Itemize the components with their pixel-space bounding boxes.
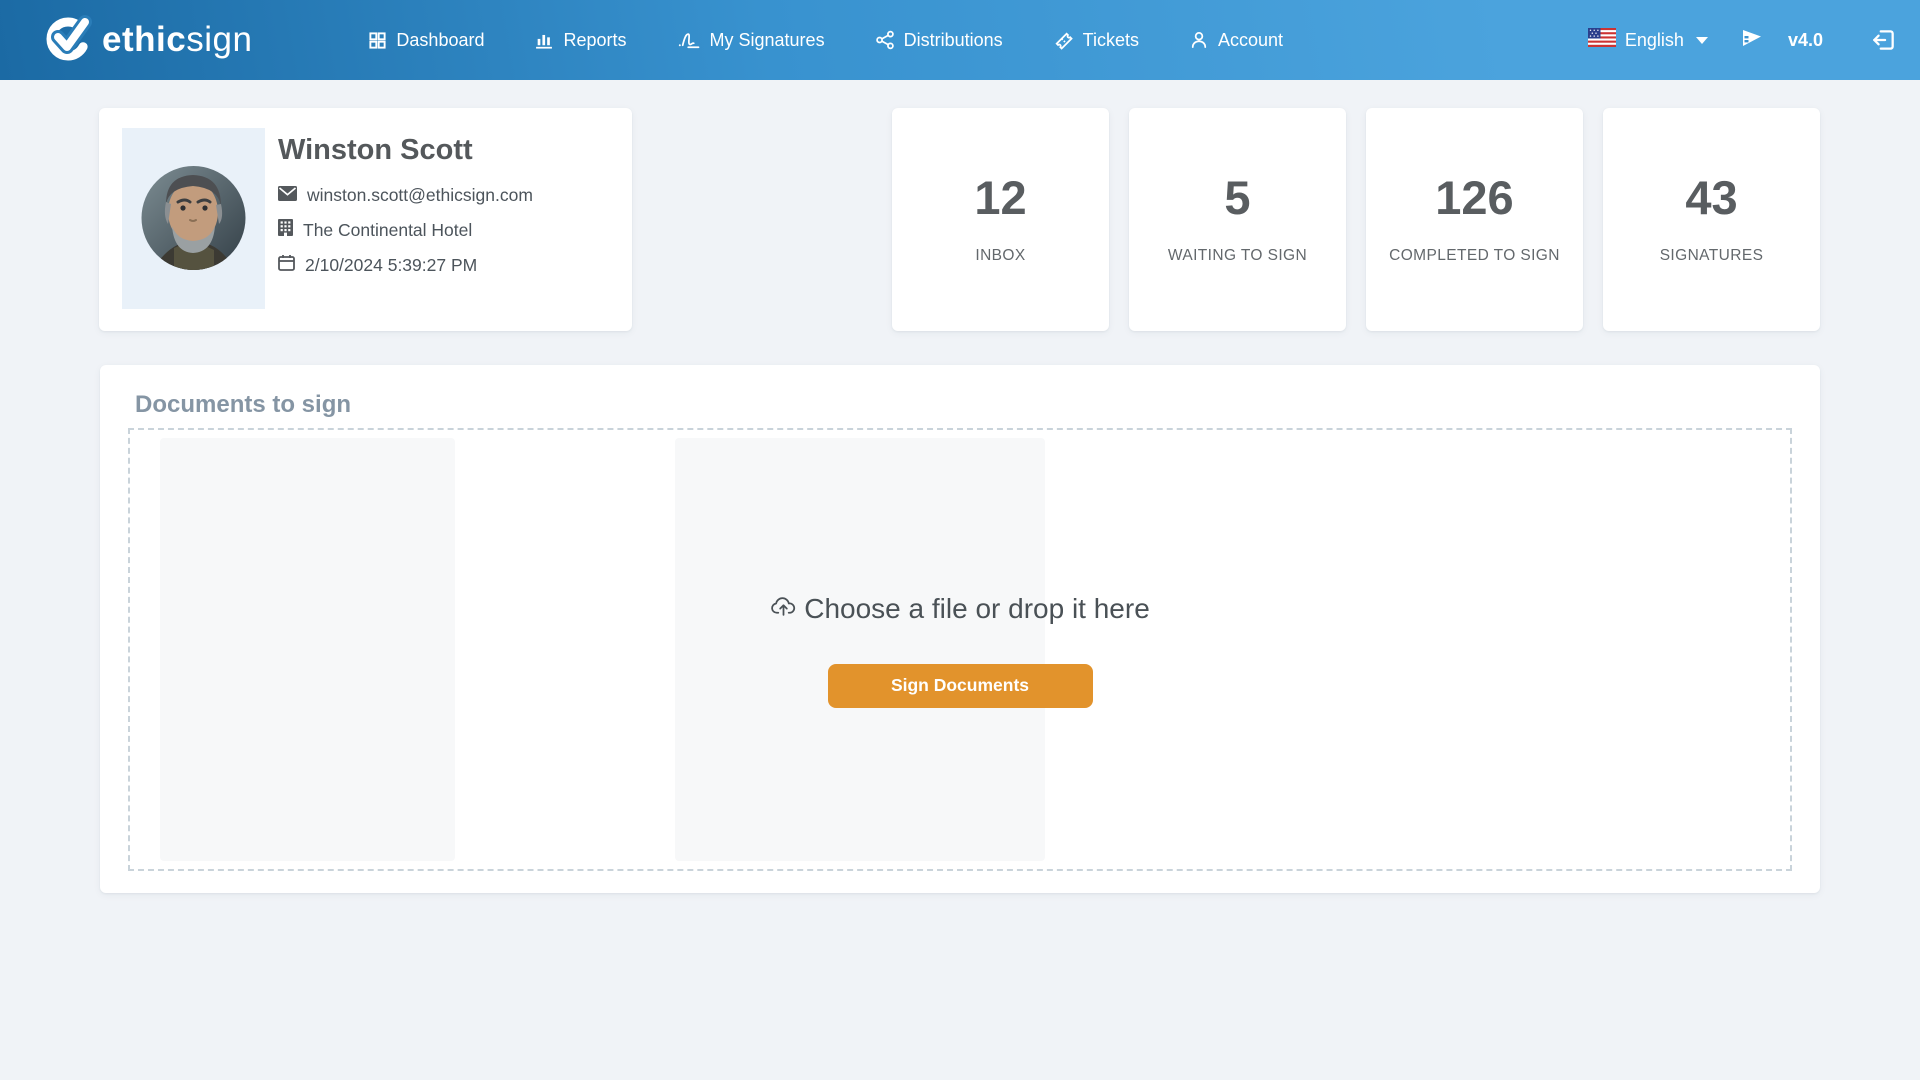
stat-card-completed-to-sign[interactable]: 126 COMPLETED TO SIGN: [1366, 108, 1583, 331]
stat-card-waiting-to-sign[interactable]: 5 WAITING TO SIGN: [1129, 108, 1346, 331]
stat-card-signatures[interactable]: 43 SIGNATURES: [1603, 108, 1820, 331]
stat-card-inbox[interactable]: 12 INBOX: [892, 108, 1109, 331]
chevron-down-icon: [1696, 37, 1708, 44]
stat-value: 126: [1435, 174, 1513, 221]
summary-row: Winston Scott winston.scott@ethicsign.co…: [99, 108, 1820, 331]
profile-name: Winston Scott: [278, 134, 533, 167]
profile-details: Winston Scott winston.scott@ethicsign.co…: [278, 128, 533, 311]
brand-name: ethicsign: [102, 20, 252, 60]
us-flag-icon: [1588, 28, 1616, 52]
building-icon: [278, 219, 293, 241]
flag-icon[interactable]: [1738, 25, 1764, 56]
nav-label: Distributions: [904, 30, 1003, 51]
envelope-icon: [278, 185, 297, 206]
nav-item-reports[interactable]: Reports: [534, 30, 626, 51]
top-navbar: ethicsign Dashboard Reports: [0, 0, 1920, 80]
nav-label: My Signatures: [710, 30, 825, 51]
dropzone-ghost-shape: [160, 438, 455, 861]
brand-logo[interactable]: ethicsign: [42, 11, 252, 70]
stats-row: 12 INBOX 5 WAITING TO SIGN 126 COMPLETED…: [892, 108, 1820, 331]
nav-item-my-signatures[interactable]: My Signatures: [677, 30, 825, 51]
stat-value: 5: [1224, 174, 1250, 221]
nav-label: Tickets: [1083, 30, 1139, 51]
documents-to-sign-card: Documents to sign Choose a file or drop …: [100, 365, 1820, 893]
profile-email-row: winston.scott@ethicsign.com: [278, 185, 533, 206]
profile-company: The Continental Hotel: [303, 220, 472, 241]
profile-datetime-row: 2/10/2024 5:39:27 PM: [278, 254, 533, 276]
section-title: Documents to sign: [135, 391, 1792, 419]
stat-value: 43: [1685, 174, 1737, 221]
logout-icon[interactable]: [1871, 27, 1897, 53]
dropzone-text: Choose a file or drop it here: [804, 593, 1150, 625]
ethicsign-check-logo-icon: [42, 11, 96, 70]
person-icon: [1189, 30, 1209, 50]
profile-email: winston.scott@ethicsign.com: [307, 185, 533, 206]
nav-label: Dashboard: [396, 30, 484, 51]
dashboard-grid-icon: [368, 31, 387, 50]
avatar: [122, 128, 265, 309]
language-selector[interactable]: English: [1588, 28, 1708, 52]
nav-label: Account: [1218, 30, 1283, 51]
main-nav: Dashboard Reports My Signatures: [368, 30, 1283, 51]
dropzone-label: Choose a file or drop it here: [770, 592, 1150, 626]
ticket-icon: [1053, 30, 1074, 51]
navbar-right: English v4.0: [1588, 25, 1897, 56]
language-label: English: [1625, 30, 1684, 51]
signature-icon: [677, 31, 701, 50]
cloud-upload-icon: [770, 592, 797, 626]
profile-datetime: 2/10/2024 5:39:27 PM: [305, 255, 477, 276]
stat-label: INBOX: [975, 247, 1025, 265]
stat-label: WAITING TO SIGN: [1168, 247, 1307, 265]
nav-item-account[interactable]: Account: [1189, 30, 1283, 51]
nav-item-distributions[interactable]: Distributions: [875, 30, 1003, 51]
profile-company-row: The Continental Hotel: [278, 219, 533, 241]
nav-item-dashboard[interactable]: Dashboard: [368, 30, 484, 51]
file-dropzone[interactable]: Choose a file or drop it here Sign Docum…: [128, 428, 1792, 871]
stat-value: 12: [974, 174, 1026, 221]
sign-documents-button[interactable]: Sign Documents: [828, 664, 1093, 708]
profile-card: Winston Scott winston.scott@ethicsign.co…: [99, 108, 632, 331]
nav-label: Reports: [563, 30, 626, 51]
version-label: v4.0: [1788, 30, 1823, 51]
calendar-icon: [278, 254, 295, 276]
stat-label: SIGNATURES: [1660, 247, 1764, 265]
stat-label: COMPLETED TO SIGN: [1389, 247, 1560, 265]
bar-chart-icon: [534, 31, 554, 50]
dropzone-ghost-shape: [675, 438, 1045, 861]
share-nodes-icon: [875, 30, 895, 50]
nav-item-tickets[interactable]: Tickets: [1053, 30, 1139, 51]
